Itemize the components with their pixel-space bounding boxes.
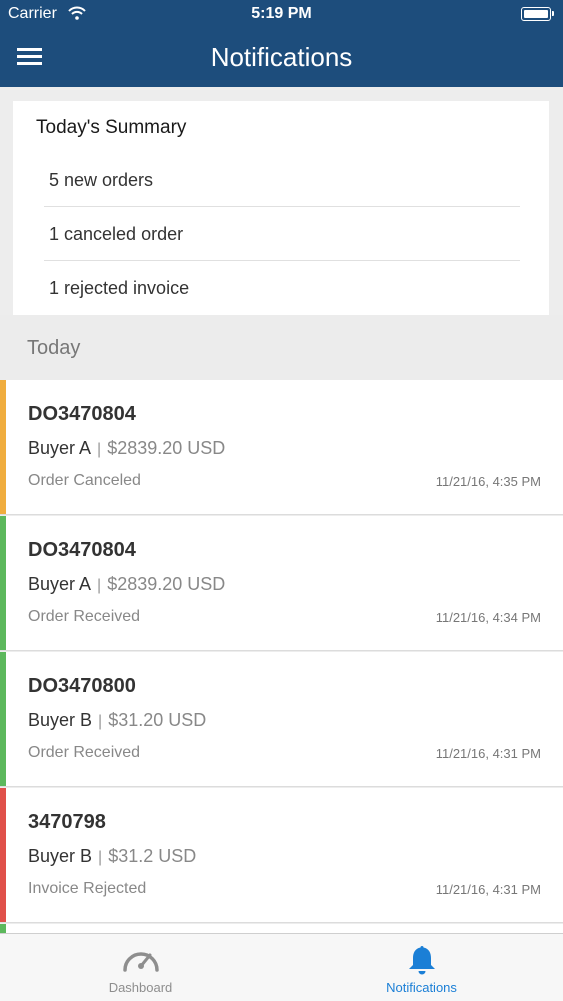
divider: |: [98, 849, 103, 866]
order-status: Order Canceled: [28, 472, 141, 489]
buyer-line: Buyer B | $31.20 USD: [28, 710, 206, 731]
timestamp: 11/21/16, 4:34 PM: [435, 610, 541, 625]
order-amount: $31.20 USD: [108, 710, 207, 730]
order-status: Order Received: [28, 608, 141, 625]
divider: |: [97, 441, 102, 458]
order-id: DO3470804: [28, 539, 136, 561]
buyer-line: Buyer B | $31.2 USD: [28, 846, 196, 867]
buyer-name: Buyer B: [28, 710, 93, 730]
order-amount: $31.2 USD: [108, 846, 197, 866]
status-stripe: [0, 516, 6, 650]
tab-bar: Dashboard Notifications: [0, 933, 563, 1001]
speedometer-icon: [122, 952, 159, 972]
summary-card: Today's Summary 5 new orders 1 canceled …: [13, 101, 549, 315]
nav-header: Carrier 5:19 PM Notifications: [0, 0, 563, 87]
status-bar: Carrier 5:19 PM: [0, 0, 563, 30]
buyer-name: Buyer A: [28, 438, 92, 458]
notification-card[interactable]: DO3470804 Buyer A | $2839.20 USD Order Rec…: [0, 516, 563, 651]
notification-card[interactable]: DO3470804 Buyer A | $2839.20 USD Order Can…: [0, 380, 563, 515]
timestamp: 11/21/16, 4:31 PM: [435, 746, 541, 761]
order-id: 3470798: [28, 811, 106, 833]
summary-item: 1 rejected invoice: [49, 278, 190, 298]
summary-item: 5 new orders: [44, 153, 520, 207]
summary-item: 1 canceled order: [44, 207, 520, 261]
divider: |: [97, 577, 102, 594]
buyer-line: Buyer A | $2839.20 USD: [28, 574, 225, 595]
buyer-line: Buyer A | $2839.20 USD: [28, 438, 225, 459]
section-header: Today: [0, 315, 563, 380]
notification-card[interactable]: DO3470800 Buyer B | $31.20 USD Order Recei…: [0, 652, 563, 787]
order-amount: $2839.20 USD: [107, 438, 226, 458]
buyer-name: Buyer A: [28, 574, 92, 594]
tab-label: Dashboard: [108, 980, 173, 995]
buyer-name: Buyer B: [28, 846, 93, 866]
tab-notifications[interactable]: Notifications: [281, 934, 562, 1001]
section-label: Today: [27, 337, 81, 359]
status-stripe: [0, 788, 6, 922]
bell-icon: [408, 946, 435, 975]
order-id: DO3470800: [28, 675, 136, 697]
summary-title: Today's Summary: [36, 117, 187, 138]
status-stripe: [0, 380, 6, 514]
timestamp: 11/21/16, 4:35 PM: [435, 474, 541, 489]
battery-icon: [521, 7, 554, 21]
divider: |: [98, 713, 103, 730]
status-time: 5:19 PM: [251, 5, 312, 22]
tab-label: Notifications: [386, 980, 457, 995]
tab-dashboard[interactable]: Dashboard: [0, 934, 281, 1001]
timestamp: 11/21/16, 4:31 PM: [435, 882, 541, 897]
order-amount: $2839.20 USD: [107, 574, 226, 594]
status-stripe: [0, 652, 6, 786]
order-status: Order Received: [28, 744, 141, 761]
page-title: Notifications: [210, 42, 353, 72]
order-status: Invoice Rejected: [28, 880, 147, 897]
notification-card[interactable]: 3470798 Buyer B | $31.2 USD Invoice Reject…: [0, 788, 563, 923]
order-id: DO3470804: [28, 403, 136, 425]
